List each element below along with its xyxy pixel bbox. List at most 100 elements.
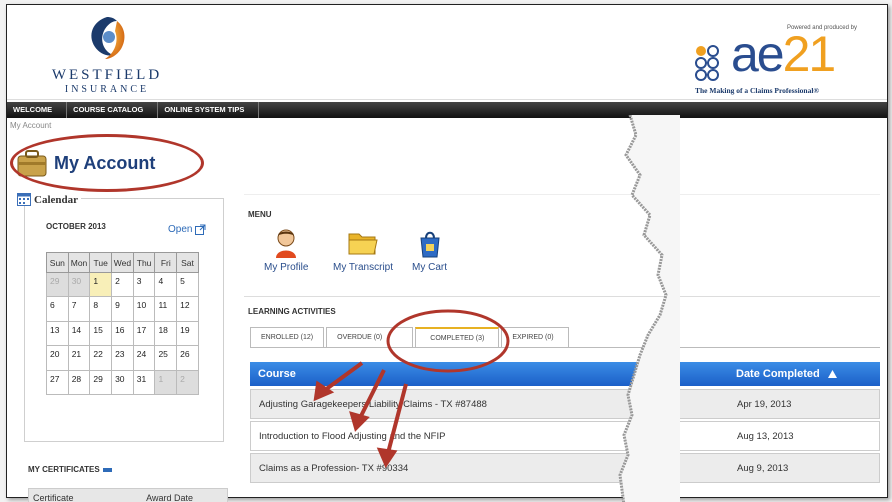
my-profile-link[interactable]: My Profile	[264, 228, 308, 273]
calendar-day[interactable]: 18	[154, 320, 178, 347]
calendar-week: 29 30 1 2 3 4 5	[46, 271, 199, 298]
award-date-column[interactable]: Award Date	[146, 493, 193, 502]
table-row[interactable]: Claims as a Profession- TX #90334 Aug 9,…	[250, 453, 880, 483]
ae21-tagline: The Making of a Claims Professional®	[695, 86, 820, 95]
calendar-day[interactable]: 19	[176, 320, 199, 347]
site-header: WESTFIELD INSURANCE Powered and produced…	[7, 5, 887, 100]
day-header: Sun	[46, 252, 69, 273]
calendar-day[interactable]: 2	[111, 271, 134, 298]
certificates-heading-text: MY CERTIFICATES	[28, 465, 100, 474]
course-title[interactable]: Adjusting Garagekeepers Liability Claims…	[259, 390, 487, 420]
day-header: Mon	[67, 252, 91, 273]
table-row[interactable]: Adjusting Garagekeepers Liability Claims…	[250, 389, 880, 419]
my-cart-label: My Cart	[412, 262, 447, 273]
calendar-day[interactable]: 6	[46, 296, 69, 322]
calendar-day[interactable]: 8	[89, 296, 113, 322]
date-completed-header-text: Date Completed	[736, 368, 820, 380]
calendar-day[interactable]: 9	[111, 296, 134, 322]
calendar-open-label: Open	[168, 224, 193, 235]
calendar-week: 6 7 8 9 10 11 12	[46, 296, 199, 322]
course-title[interactable]: Introduction to Flood Adjusting and the …	[259, 422, 445, 452]
calendar-day[interactable]: 29	[89, 369, 113, 395]
nav-online-system-tips[interactable]: ONLINE SYSTEM TIPS	[158, 102, 260, 118]
calendar-day[interactable]: 11	[154, 296, 178, 322]
day-header: Fri	[154, 252, 178, 273]
shopping-bag-icon	[419, 231, 440, 258]
calendar-day[interactable]: 28	[67, 369, 91, 395]
course-title[interactable]: Claims as a Profession- TX #90334	[259, 454, 408, 484]
date-completed: Aug 13, 2013	[737, 431, 794, 442]
ae21-wordmark: ae21	[731, 26, 836, 82]
calendar-day[interactable]: 31	[132, 369, 156, 395]
date-completed: Apr 19, 2013	[737, 399, 792, 410]
annotation-oval-title	[10, 134, 204, 192]
sort-ascending-icon	[827, 370, 837, 378]
calendar-day[interactable]: 1	[154, 369, 178, 395]
calendar-day[interactable]: 25	[154, 345, 178, 371]
course-column-header[interactable]: Course	[258, 362, 296, 386]
calendar-day[interactable]: 5	[176, 271, 199, 298]
date-completed-column-header[interactable]: Date Completed	[736, 362, 837, 386]
calendar-heading-text: Calendar	[34, 193, 78, 206]
certificate-column[interactable]: Certificate	[33, 493, 74, 502]
calendar-month: OCTOBER 2013	[46, 222, 106, 231]
calendar-day[interactable]: 27	[46, 369, 69, 395]
calendar-day[interactable]: 2	[176, 369, 199, 395]
calendar-day[interactable]: 7	[67, 296, 91, 322]
menu-heading: MENU	[248, 210, 272, 219]
calendar-day[interactable]: 10	[132, 296, 156, 322]
westfield-logo[interactable]: WESTFIELD INSURANCE	[47, 15, 167, 101]
calendar-icon	[17, 193, 31, 206]
collapse-icon[interactable]	[102, 467, 112, 473]
tab-completed[interactable]: COMPLETED (3)	[415, 327, 500, 347]
day-header: Sat	[176, 252, 199, 273]
calendar-heading: Calendar	[14, 193, 81, 206]
day-header: Tue	[89, 252, 113, 273]
my-transcript-link[interactable]: My Transcript	[333, 228, 393, 273]
my-cart-link[interactable]: My Cart	[412, 228, 447, 273]
ae-text: ae	[731, 26, 785, 82]
calendar-day[interactable]: 14	[67, 320, 91, 347]
external-link-icon	[195, 224, 206, 235]
calendar-day[interactable]: 15	[89, 320, 113, 347]
calendar-day[interactable]: 16	[111, 320, 134, 347]
calendar-day[interactable]: 4	[154, 271, 178, 298]
calendar-day[interactable]: 24	[132, 345, 156, 371]
tab-overdue[interactable]: OVERDUE (0)	[326, 327, 414, 347]
calendar-day[interactable]: 17	[132, 320, 156, 347]
calendar-day[interactable]: 3	[132, 271, 156, 298]
nav-welcome[interactable]: WELCOME	[7, 102, 68, 118]
date-completed: Aug 9, 2013	[737, 463, 789, 474]
learning-activities-heading: LEARNING ACTIVITIES	[248, 307, 336, 316]
nav-course-catalog[interactable]: COURSE CATALOG	[67, 102, 159, 118]
breadcrumb[interactable]: My Account	[10, 121, 51, 130]
calendar-day[interactable]: 30	[67, 271, 91, 298]
my-profile-label: My Profile	[264, 262, 309, 273]
learning-tabs: ENROLLED (12) OVERDUE (0) COMPLETED (3) …	[250, 327, 571, 347]
calendar-day-today[interactable]: 1	[89, 271, 113, 298]
tab-enrolled[interactable]: ENROLLED (12)	[250, 327, 325, 347]
divider	[244, 194, 880, 195]
calendar-day[interactable]: 29	[46, 271, 69, 298]
calendar-week: 27 28 29 30 31 1 2	[46, 369, 199, 395]
calendar-day[interactable]: 30	[111, 369, 134, 395]
calendar-day[interactable]: 23	[111, 345, 134, 371]
calendar-day[interactable]: 22	[89, 345, 113, 371]
certificates-heading: MY CERTIFICATES	[28, 465, 112, 474]
calendar-open-link[interactable]: Open	[168, 224, 206, 235]
ae21-logo: Powered and produced by ae21 The Making …	[691, 25, 879, 95]
day-header: Wed	[111, 252, 134, 273]
course-table-header: Course Date Completed	[250, 362, 880, 386]
profile-icon	[276, 229, 297, 258]
calendar-day[interactable]: 21	[67, 345, 91, 371]
calendar-day[interactable]: 12	[176, 296, 199, 322]
table-row[interactable]: Introduction to Flood Adjusting and the …	[250, 421, 880, 451]
calendar-day[interactable]: 26	[176, 345, 199, 371]
tab-expired[interactable]: EXPIRED (0)	[501, 327, 569, 347]
calendar-days-row: Sun Mon Tue Wed Thu Fri Sat	[46, 252, 199, 273]
calendar-grid: Sun Mon Tue Wed Thu Fri Sat 29 30 1 2 3 …	[46, 252, 199, 395]
day-header: Thu	[132, 252, 156, 273]
calendar-day[interactable]: 13	[46, 320, 69, 347]
calendar-day[interactable]: 20	[46, 345, 69, 371]
certificates-table-header: Certificate Award Date	[28, 488, 228, 502]
